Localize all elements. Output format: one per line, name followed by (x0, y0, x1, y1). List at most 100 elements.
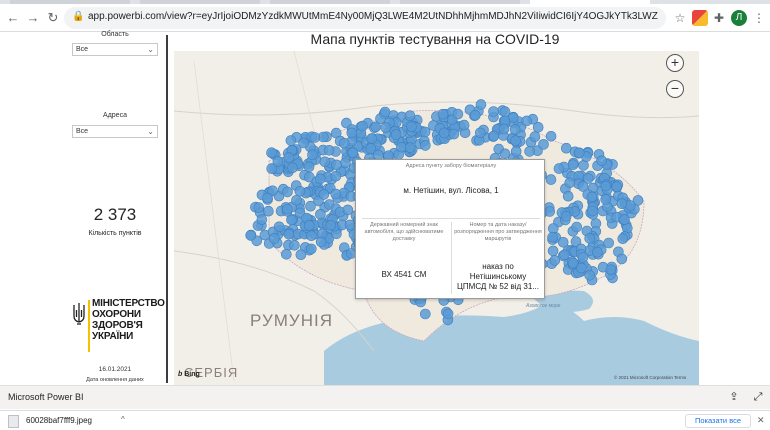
test-point-marker[interactable] (510, 146, 522, 157)
test-point-marker[interactable] (488, 130, 500, 142)
test-point-marker[interactable] (499, 148, 511, 160)
test-point-marker[interactable] (269, 233, 280, 244)
test-point-marker[interactable] (584, 233, 596, 244)
test-point-marker[interactable] (266, 147, 277, 158)
test-point-marker[interactable] (331, 159, 342, 171)
test-point-marker[interactable] (591, 246, 603, 258)
test-point-marker[interactable] (547, 231, 558, 243)
avatar[interactable]: Л (731, 10, 747, 26)
test-point-marker[interactable] (560, 211, 572, 222)
test-point-marker[interactable] (406, 121, 417, 132)
test-point-marker[interactable] (437, 108, 449, 120)
test-point-marker[interactable] (289, 240, 300, 251)
test-point-marker[interactable] (488, 106, 499, 117)
lock-icon[interactable]: 🔒 (72, 11, 84, 25)
test-point-marker[interactable] (365, 143, 377, 154)
extension-icon[interactable]: ■ (692, 10, 708, 26)
test-point-marker[interactable] (306, 243, 317, 255)
test-point-marker[interactable] (529, 131, 541, 142)
show-all-button[interactable]: Показати все (685, 414, 751, 428)
test-point-marker[interactable] (442, 308, 454, 320)
test-point-marker[interactable] (283, 229, 295, 240)
test-point-marker[interactable] (577, 252, 589, 263)
forward-icon[interactable]: → (24, 9, 42, 27)
test-point-marker[interactable] (559, 249, 570, 261)
test-point-marker[interactable] (380, 122, 392, 133)
address-slicer[interactable]: Все ⌄ (72, 125, 158, 138)
reload-icon[interactable]: ↻ (44, 9, 62, 27)
test-point-marker[interactable] (281, 249, 292, 260)
test-point-marker[interactable] (305, 200, 316, 212)
test-point-marker[interactable] (596, 155, 608, 167)
test-point-marker[interactable] (404, 142, 416, 153)
test-point-marker[interactable] (294, 186, 306, 197)
test-point-marker[interactable] (557, 237, 569, 248)
test-point-marker[interactable] (347, 147, 359, 158)
chevron-up-icon[interactable]: ^ (121, 415, 125, 424)
test-point-marker[interactable] (344, 219, 356, 231)
test-point-marker[interactable] (315, 209, 326, 220)
test-point-marker[interactable] (291, 195, 302, 206)
test-point-marker[interactable] (600, 180, 612, 192)
map-copyright[interactable]: © 2021 Microsoft Corporation Terms (614, 375, 686, 380)
test-point-marker[interactable] (438, 127, 450, 139)
test-point-marker[interactable] (549, 255, 561, 266)
test-point-marker[interactable] (396, 141, 407, 153)
test-point-marker[interactable] (475, 99, 487, 110)
test-point-marker[interactable] (521, 115, 533, 127)
test-point-marker[interactable] (564, 177, 576, 189)
test-point-marker[interactable] (420, 140, 431, 151)
test-point-marker[interactable] (448, 128, 460, 140)
back-icon[interactable]: ← (4, 9, 22, 27)
test-point-marker[interactable] (256, 214, 268, 225)
test-point-marker[interactable] (315, 173, 326, 185)
test-point-marker[interactable] (584, 270, 596, 281)
test-point-marker[interactable] (357, 120, 368, 132)
test-point-marker[interactable] (617, 233, 629, 244)
test-point-marker[interactable] (510, 135, 521, 146)
test-point-marker[interactable] (282, 186, 293, 198)
test-point-marker[interactable] (420, 308, 431, 320)
test-point-marker[interactable] (611, 181, 623, 192)
test-point-marker[interactable] (498, 123, 510, 135)
test-point-marker[interactable] (338, 137, 350, 149)
url-text[interactable]: app.powerbi.com/view?r=eyJrIjoiODMzYzdkM… (88, 11, 658, 25)
star-icon[interactable]: ☆ (672, 10, 688, 26)
test-point-marker[interactable] (474, 127, 486, 139)
address-bar[interactable]: 🔒 app.powerbi.com/view?r=eyJrIjoiODMzYzd… (64, 7, 666, 29)
test-point-marker[interactable] (295, 249, 307, 260)
test-point-marker[interactable] (282, 203, 293, 215)
zoom-out-button[interactable]: − (666, 80, 684, 98)
map-visual[interactable]: + − РУМУНІЯ СЕРБІЯ Азовское море Адреса … (174, 51, 699, 385)
zoom-in-button[interactable]: + (666, 54, 684, 72)
test-point-marker[interactable] (262, 192, 273, 204)
test-point-marker[interactable] (287, 162, 298, 174)
menu-icon[interactable]: ⋮ (751, 10, 767, 26)
puzzle-icon[interactable]: ✚ (711, 10, 727, 26)
test-point-marker[interactable] (330, 188, 342, 200)
test-point-marker[interactable] (562, 190, 574, 202)
test-point-marker[interactable] (283, 152, 295, 163)
share-icon[interactable]: ⇪ (727, 390, 741, 404)
test-point-marker[interactable] (573, 147, 585, 159)
test-point-marker[interactable] (346, 127, 358, 139)
test-point-marker[interactable] (544, 206, 556, 217)
test-point-marker[interactable] (309, 132, 321, 143)
test-point-marker[interactable] (366, 133, 377, 144)
test-point-marker[interactable] (452, 108, 464, 120)
test-point-marker[interactable] (547, 245, 559, 257)
test-point-marker[interactable] (619, 214, 630, 225)
test-point-marker[interactable] (469, 109, 481, 121)
test-point-marker[interactable] (545, 174, 557, 185)
test-point-marker[interactable] (390, 129, 402, 140)
test-point-marker[interactable] (325, 220, 337, 231)
test-point-marker[interactable] (318, 189, 330, 200)
test-point-marker[interactable] (323, 145, 335, 156)
test-point-marker[interactable] (571, 221, 583, 233)
powerbi-title[interactable]: Microsoft Power BI (8, 392, 84, 402)
test-point-marker[interactable] (524, 146, 535, 157)
test-point-marker[interactable] (616, 253, 628, 265)
file-icon[interactable] (8, 415, 19, 428)
test-point-marker[interactable] (458, 119, 470, 131)
test-point-marker[interactable] (315, 236, 327, 248)
